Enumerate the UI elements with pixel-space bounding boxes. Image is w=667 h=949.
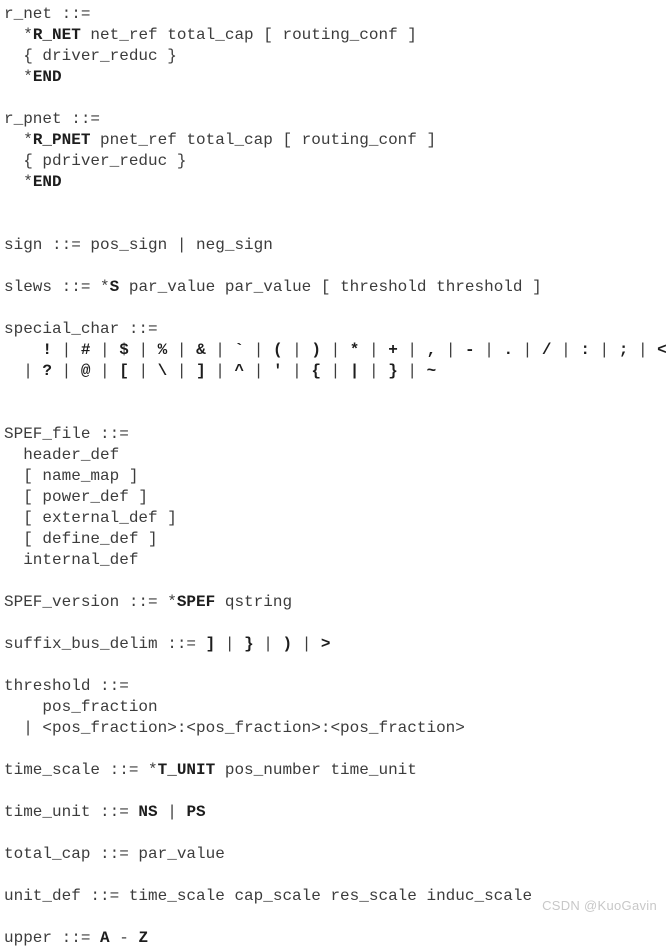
grammar-line: r_net ::=	[4, 5, 91, 23]
grammar-keyword: {	[311, 362, 321, 380]
grammar-keyword: @	[80, 362, 91, 380]
grammar-line: SPEF_version ::= *SPEF qstring	[4, 593, 293, 611]
grammar-keyword: /	[541, 341, 552, 359]
grammar-keyword: END	[32, 68, 62, 86]
grammar-blank-line	[4, 214, 667, 235]
grammar-blank-line	[4, 382, 667, 403]
grammar-keyword: END	[32, 173, 62, 191]
grammar-keyword: !	[42, 341, 53, 359]
grammar-keyword: -	[465, 341, 475, 359]
grammar-line: *END	[4, 173, 62, 191]
grammar-line: [ external_def ]	[4, 509, 177, 527]
grammar-blank-line	[4, 193, 667, 214]
grammar-keyword: .	[503, 341, 514, 359]
csdn-watermark: CSDN @KuoGavin	[542, 898, 657, 913]
grammar-line: { pdriver_reduc }	[4, 152, 187, 170]
grammar-keyword: *	[349, 341, 360, 359]
grammar-keyword: ~	[426, 362, 437, 380]
grammar-keyword: Z	[138, 929, 149, 947]
grammar-keyword: %	[157, 341, 168, 359]
grammar-blank-line	[4, 298, 667, 319]
grammar-line: SPEF_file ::=	[4, 425, 129, 443]
grammar-line: [ power_def ]	[4, 488, 149, 506]
grammar-keyword: )	[311, 341, 321, 359]
grammar-keyword: }	[244, 635, 254, 653]
grammar-line: special_char ::=	[4, 320, 158, 338]
grammar-keyword: R_NET	[32, 26, 81, 44]
grammar-line: internal_def	[4, 551, 139, 569]
grammar-keyword: $	[119, 341, 129, 359]
grammar-line: [ name_map ]	[4, 467, 139, 485]
grammar-line: slews ::= *S par_value par_value [ thres…	[4, 278, 542, 296]
grammar-line: r_pnet ::=	[4, 110, 101, 128]
grammar-keyword: )	[282, 635, 293, 653]
grammar-keyword: +	[388, 341, 398, 359]
grammar-keyword: ]	[205, 635, 216, 653]
grammar-blank-line	[4, 823, 667, 844]
grammar-line: [ define_def ]	[4, 530, 158, 548]
grammar-keyword: }	[388, 362, 398, 380]
grammar-blank-line	[4, 256, 667, 277]
grammar-blank-line	[4, 655, 667, 676]
grammar-keyword: S	[109, 278, 120, 296]
grammar-blank-line	[4, 781, 667, 802]
grammar-line: | ? | @ | [ | \ | ] | ^ | ' | { | | | } …	[4, 362, 437, 380]
grammar-line: *R_PNET pnet_ref total_cap [ routing_con…	[4, 131, 437, 149]
grammar-line: sign ::= pos_sign | neg_sign	[4, 236, 273, 254]
grammar-blank-line	[4, 88, 667, 109]
grammar-keyword: :	[580, 341, 590, 359]
grammar-blank-line	[4, 739, 667, 760]
grammar-line: time_unit ::= NS | PS	[4, 803, 206, 821]
grammar-keyword: |	[349, 362, 360, 380]
grammar-keyword: ?	[42, 362, 53, 380]
grammar-line: suffix_bus_delim ::= ] | } | ) | >	[4, 635, 331, 653]
grammar-keyword: #	[80, 341, 91, 359]
grammar-line: *END	[4, 68, 62, 86]
grammar-keyword: (	[272, 341, 283, 359]
grammar-keyword: '	[272, 362, 283, 380]
grammar-line: pos_fraction	[4, 698, 158, 716]
grammar-line: threshold ::=	[4, 677, 129, 695]
grammar-keyword: PS	[186, 803, 206, 821]
grammar-keyword: ]	[196, 362, 206, 380]
grammar-keyword: A	[100, 929, 110, 947]
grammar-line: ! | # | $ | % | & | ` | ( | ) | * | + | …	[42, 341, 667, 359]
grammar-keyword: ;	[618, 341, 629, 359]
grammar-listing: r_net ::= *R_NET net_ref total_cap [ rou…	[0, 0, 667, 949]
grammar-keyword: &	[196, 341, 206, 359]
grammar-blank-line	[4, 403, 667, 424]
grammar-keyword: ,	[426, 341, 437, 359]
grammar-line: *R_NET net_ref total_cap [ routing_conf …	[4, 26, 417, 44]
grammar-keyword: \	[157, 362, 168, 380]
grammar-line: time_scale ::= *T_UNIT pos_number time_u…	[4, 761, 417, 779]
grammar-line: upper ::= A - Z	[4, 929, 149, 947]
grammar-line: { driver_reduc }	[4, 47, 177, 65]
grammar-keyword: >	[320, 635, 331, 653]
grammar-line: | <pos_fraction>:<pos_fraction>:<pos_fra…	[4, 719, 465, 737]
grammar-blank-line	[4, 571, 667, 592]
grammar-blank-line	[4, 613, 667, 634]
grammar-keyword: NS	[138, 803, 158, 821]
grammar-line: header_def	[4, 446, 120, 464]
grammar-keyword: T_UNIT	[157, 761, 216, 779]
grammar-keyword: R_PNET	[32, 131, 91, 149]
grammar-keyword: SPEF	[176, 593, 216, 611]
grammar-line: total_cap ::= par_value	[4, 845, 225, 863]
grammar-blank-line	[4, 865, 667, 886]
grammar-keyword: <	[657, 341, 667, 359]
grammar-keyword: [	[119, 362, 129, 380]
grammar-keyword: `	[234, 341, 245, 359]
grammar-keyword: ^	[234, 362, 245, 380]
